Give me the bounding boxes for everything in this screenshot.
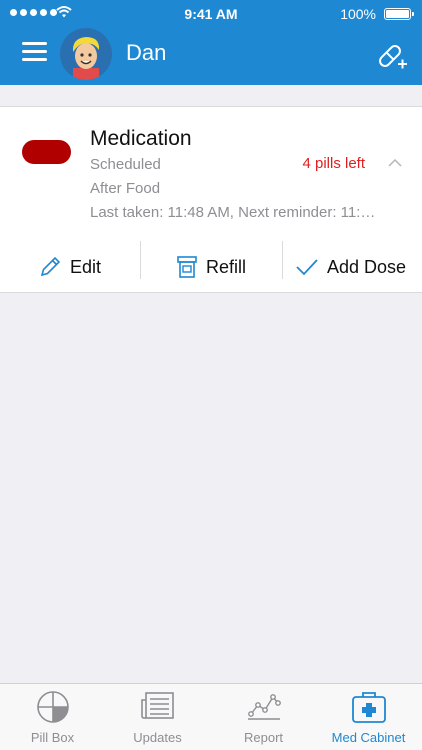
chevron-up-icon — [388, 158, 402, 167]
medication-schedule: Scheduled — [90, 156, 161, 173]
tab-label: Med Cabinet — [331, 730, 406, 745]
action-divider — [282, 241, 283, 279]
tab-label: Pill Box — [30, 730, 75, 745]
add-dose-button[interactable]: Add Dose — [295, 240, 406, 294]
pills-left-count: 4 pills left — [302, 155, 365, 172]
collapse-button[interactable] — [388, 155, 402, 173]
medication-actions: Edit Refill Add Dose — [0, 240, 422, 294]
tab-pill-box[interactable]: Pill Box — [0, 684, 105, 750]
add-dose-label: Add Dose — [327, 256, 407, 277]
refill-label: Refill — [206, 256, 247, 277]
user-name[interactable]: Dan — [126, 40, 166, 66]
add-medication-button[interactable] — [378, 42, 408, 75]
pill-plus-icon — [379, 45, 407, 69]
tab-bar: Pill Box Updates Report Med Cabinet — [0, 683, 422, 750]
tab-updates[interactable]: Updates — [105, 684, 210, 750]
medication-last-taken: Last taken: 11:48 AM, Next reminder: 11:… — [90, 204, 376, 221]
refill-button[interactable]: Refill — [176, 240, 246, 294]
med-cabinet-icon — [351, 692, 386, 723]
tab-label: Report — [243, 730, 284, 745]
pill-bottle-icon — [177, 256, 197, 278]
newspaper-icon — [140, 692, 174, 719]
pill-color-icon — [22, 140, 71, 164]
battery-icon — [384, 8, 414, 20]
tab-med-cabinet[interactable]: Med Cabinet — [316, 684, 421, 750]
checkmark-icon — [296, 259, 318, 276]
pillbox-icon — [36, 691, 69, 723]
chart-line-icon — [247, 694, 281, 720]
medication-card[interactable]: Medication Scheduled 4 pills left After … — [0, 106, 422, 293]
avatar[interactable] — [60, 28, 112, 80]
avatar-face-icon — [72, 37, 100, 80]
edit-button[interactable]: Edit — [38, 240, 101, 294]
edit-label: Edit — [70, 256, 102, 277]
app-header: 9:41 AM 100% Dan — [0, 0, 422, 85]
medication-instruction: After Food — [90, 180, 161, 197]
battery-percent: 100% — [340, 6, 376, 22]
action-divider — [140, 241, 141, 279]
tab-label: Updates — [133, 730, 182, 745]
status-bar: 9:41 AM 100% — [0, 0, 422, 28]
menu-button[interactable] — [22, 42, 47, 62]
pencil-icon — [40, 256, 61, 277]
medication-name: Medication — [90, 127, 192, 150]
tab-report[interactable]: Report — [211, 684, 316, 750]
